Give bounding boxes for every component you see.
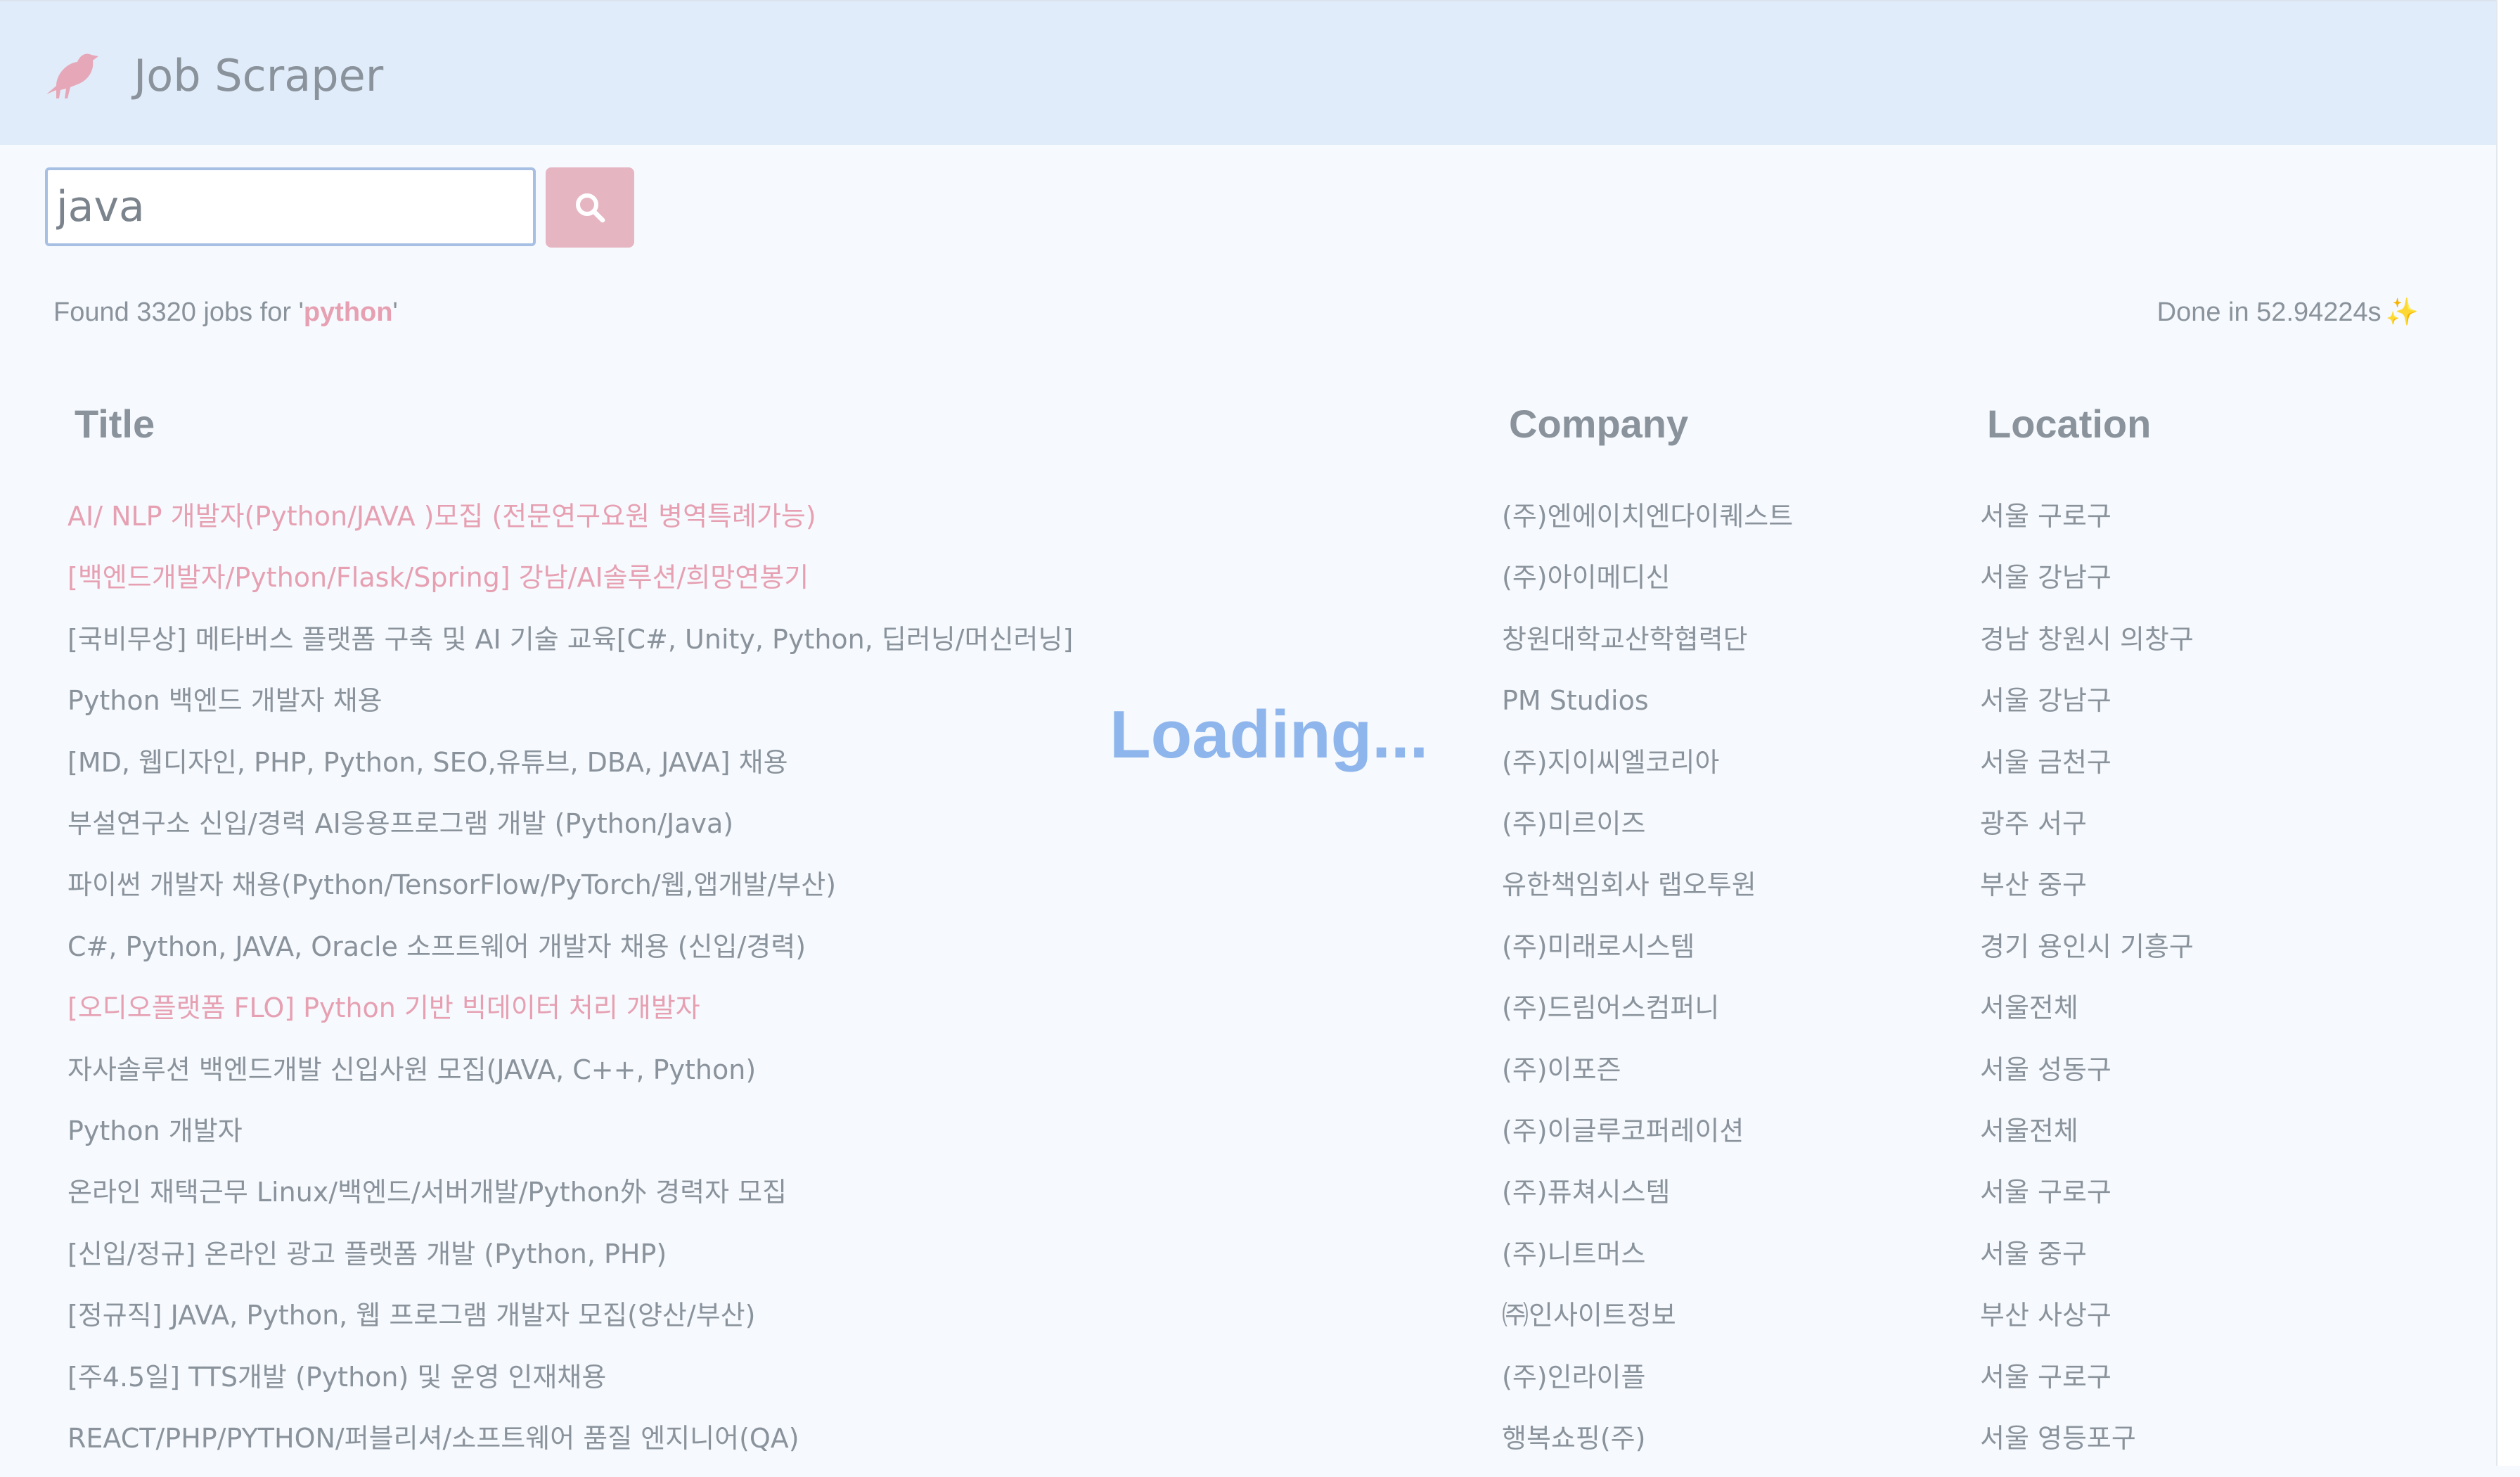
job-title[interactable]: [백엔드개발자/Python/Flask/Spring] 강남/AI솔루션/희망… [68,555,809,600]
results-query: python [303,298,393,327]
job-company: 행복쇼핑(주) [1502,1423,1646,1454]
table-row: 파이썬 개발자 채용(Python/TensorFlow/PyTorch/웹,앱… [0,862,2461,923]
search-duration: Done in 52.94224s ✨ [2157,295,2419,329]
job-title[interactable]: [국비무상] 메타버스 플랫폼 구축 및 AI 기술 교육[C#, Unity,… [68,617,1073,662]
bird-icon [46,53,98,98]
table-row: 자사솔루션 백엔드개발 신입사원 모집(JAVA, C++, Python) (… [0,1047,2461,1108]
table-row: 부설연구소 신입/경력 AI응용프로그램 개발 (Python/Java) (주… [0,801,2461,862]
job-company: (주)이포즌 [1502,1054,1621,1085]
table-row: [오디오플랫폼 FLO] Python 기반 빅데이터 처리 개발자 (주)드림… [0,985,2461,1047]
job-location: 서울 중구 [1980,1239,2087,1270]
job-location: 서울 구로구 [1980,1177,2111,1208]
sparkle-icon: ✨ [2385,298,2419,327]
search-button[interactable] [546,167,634,248]
job-title[interactable]: [주4.5일] TTS개발 (Python) 및 운영 인재채용 [68,1355,606,1400]
job-title[interactable]: Python 백엔드 개발자 채용 [68,678,382,723]
job-location: 서울 강남구 [1980,562,2111,593]
table-row: Python 개발자 (주)이글루코퍼레이션 서울전체 [0,1108,2461,1170]
job-title[interactable]: REACT/PHP/PYTHON/퍼블리셔/소프트웨어 품질 엔지니어(QA) [68,1416,799,1461]
app-title: Job Scraper [134,50,384,101]
job-company: (주)인라이플 [1502,1362,1646,1393]
job-location: 광주 서구 [1980,808,2087,839]
table-row: [정규직] JAVA, Python, 웹 프로그램 개발자 모집(양산/부산)… [0,1293,2461,1354]
job-title[interactable]: Python 개발자 [68,1108,243,1153]
job-title[interactable]: C#, Python, JAVA, Oracle 소프트웨어 개발자 채용 (신… [68,924,806,969]
job-title[interactable]: 파이썬 개발자 채용(Python/TensorFlow/PyTorch/웹,앱… [68,862,836,907]
results-count-prefix: Found 3320 jobs for ' [53,298,304,327]
column-header-location: Location [1987,402,2152,446]
job-title[interactable]: 온라인 재택근무 Linux/백엔드/서버개발/Python外 경력자 모집 [68,1170,787,1215]
job-company: (주)엔에이치엔다이퀘스트 [1502,501,1794,532]
results-count: Found 3320 jobs for 'python' [53,295,398,329]
job-location: 서울 성동구 [1980,1054,2111,1085]
job-title[interactable]: [신입/정규] 온라인 광고 플랫폼 개발 (Python, PHP) [68,1232,667,1277]
job-company: ㈜인사이트정보 [1502,1300,1676,1331]
job-title[interactable]: 자사솔루션 백엔드개발 신입사원 모집(JAVA, C++, Python) [68,1047,756,1092]
job-title[interactable]: [MD, 웹디자인, PHP, Python, SEO,유튜브, DBA, JA… [68,740,788,785]
job-location: 서울 강남구 [1980,685,2111,716]
table-row: 온라인 재택근무 Linux/백엔드/서버개발/Python外 경력자 모집 (… [0,1170,2461,1231]
column-header-title: Title [75,402,155,446]
job-title[interactable]: 부설연구소 신입/경력 AI응용프로그램 개발 (Python/Java) [68,801,733,846]
job-location: 서울전체 [1980,1115,2078,1146]
search-icon [576,193,605,223]
app-header: Job Scraper [0,0,2498,145]
job-company: (주)드림어스컴퍼니 [1502,992,1720,1023]
table-row: C#, Python, JAVA, Oracle 소프트웨어 개발자 채용 (신… [0,924,2461,985]
job-location: 경기 용인시 기흥구 [1980,931,2194,962]
table-row: [주4.5일] TTS개발 (Python) 및 운영 인재채용 (주)인라이플… [0,1355,2461,1416]
job-company: (주)아이메디신 [1502,562,1671,593]
search-duration-text: Done in 52.94224s [2156,298,2381,327]
job-company: (주)미래로시스템 [1502,931,1695,962]
results-count-suffix: ' [392,298,398,327]
table-row: [국비무상] 메타버스 플랫폼 구축 및 AI 기술 교육[C#, Unity,… [0,617,2461,678]
loading-indicator: Loading... [1110,697,1429,772]
job-location: 부산 사상구 [1980,1300,2111,1331]
job-location: 서울전체 [1980,992,2078,1023]
job-location: 경남 창원시 의창구 [1980,624,2194,655]
table-row: AI/ NLP 개발자(Python/JAVA )모집 (전문연구요원 병역특례… [0,494,2461,555]
search-input[interactable] [45,167,536,246]
job-title[interactable]: AI/ NLP 개발자(Python/JAVA )모집 (전문연구요원 병역특례… [68,494,816,539]
job-location: 부산 중구 [1980,869,2087,900]
job-location: 서울 구로구 [1980,501,2111,532]
table-row: [신입/정규] 온라인 광고 플랫폼 개발 (Python, PHP) (주)니… [0,1232,2461,1293]
job-company: (주)이글루코퍼레이션 [1502,1115,1744,1146]
table-row: [백엔드개발자/Python/Flask/Spring] 강남/AI솔루션/희망… [0,555,2461,616]
job-company: (주)지이씨엘코리아 [1502,747,1720,778]
window-edge [2496,0,2520,1466]
table-row: REACT/PHP/PYTHON/퍼블리셔/소프트웨어 품질 엔지니어(QA) … [0,1416,2461,1477]
job-company: (주)미르이즈 [1502,808,1646,839]
job-company: 유한책임회사 랩오투원 [1502,869,1756,900]
column-header-company: Company [1509,402,1689,446]
job-company: (주)퓨쳐시스템 [1502,1177,1671,1208]
job-location: 서울 금천구 [1980,747,2111,778]
job-title[interactable]: [오디오플랫폼 FLO] Python 기반 빅데이터 처리 개발자 [68,985,700,1030]
job-company: (주)니트머스 [1502,1239,1646,1270]
job-location: 서울 구로구 [1980,1362,2111,1393]
job-company: PM Studios [1502,685,1649,716]
job-company: 창원대학교산학협력단 [1502,624,1748,655]
job-location: 서울 영등포구 [1980,1423,2136,1454]
job-title[interactable]: [정규직] JAVA, Python, 웹 프로그램 개발자 모집(양산/부산) [68,1293,755,1338]
